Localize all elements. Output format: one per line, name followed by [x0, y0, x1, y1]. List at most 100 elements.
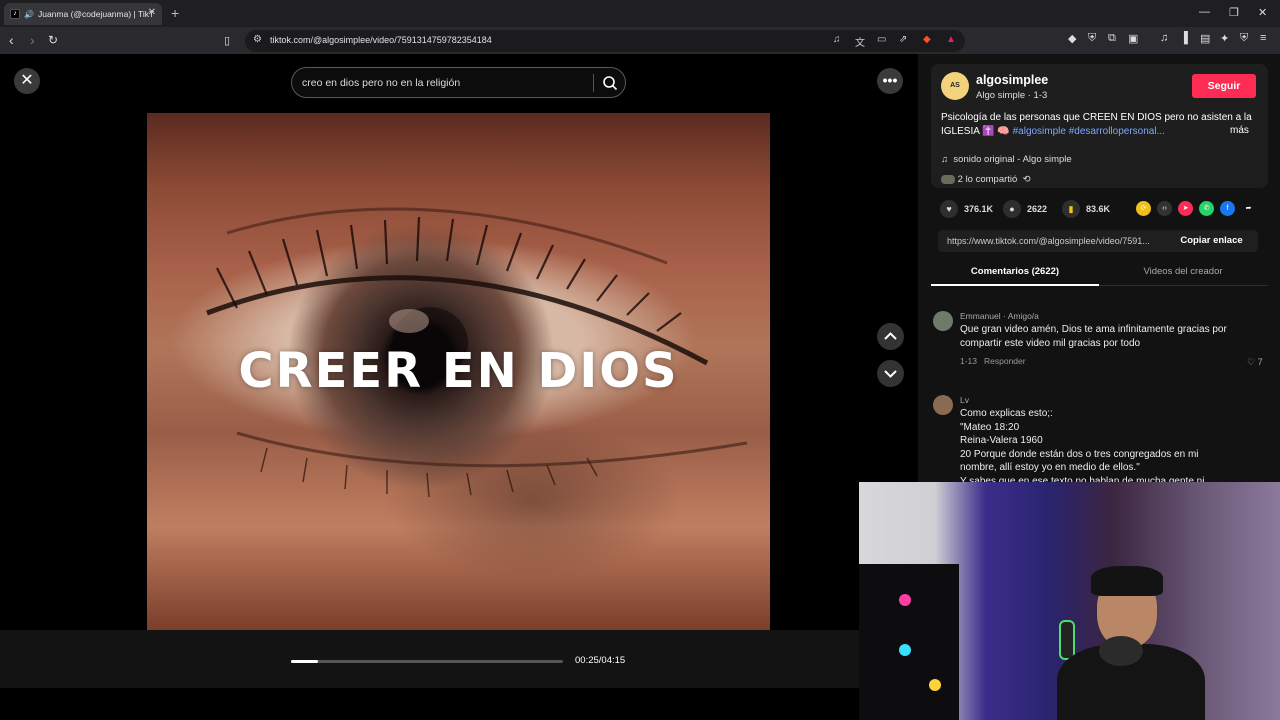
commenter-avatar[interactable] — [933, 395, 953, 415]
copy-link-button[interactable]: Copiar enlace — [1165, 230, 1258, 252]
new-tab-icon[interactable]: + — [171, 5, 179, 21]
progress-fill — [291, 660, 318, 663]
close-icon: ✕ — [20, 72, 34, 89]
translate-icon[interactable]: 文 — [855, 34, 865, 49]
more-options-button[interactable]: ••• — [877, 68, 903, 94]
search-icon[interactable] — [601, 74, 619, 92]
restore-window-icon[interactable]: ❐ — [1229, 6, 1239, 19]
reply-button[interactable]: Responder — [984, 356, 1026, 366]
browser-tab[interactable]: ♪ 🔊 Juanma (@codejuanma) | TikT ✕ — [4, 3, 162, 25]
webcam-person-cap — [1091, 566, 1163, 596]
comment-item: Lv Como explicas esto;: "Mateo 18:20 Rei… — [933, 395, 1268, 485]
music-icon[interactable]: ♫ — [1160, 32, 1168, 44]
video-description: Psicología de las personas que CREEN EN … — [941, 111, 1253, 138]
video-controls: 00:25/04:15 — [0, 630, 918, 688]
comment-date: 1-13 — [960, 356, 978, 366]
repost-icon: ⟲ — [1022, 174, 1031, 185]
chevron-up-icon — [884, 332, 897, 340]
creator-info: Algo simple · 1-3 — [976, 90, 1048, 101]
send-to-friends-icon[interactable]: ➤ — [1178, 201, 1193, 216]
embed-icon[interactable]: ‹› — [1157, 201, 1172, 216]
creator-username[interactable]: algosimplee — [976, 73, 1048, 87]
webcam-person — [1057, 566, 1205, 720]
creator-card: AS algosimplee Algo simple · 1-3 Seguir … — [931, 64, 1268, 188]
reload-icon[interactable]: ↻ — [48, 33, 58, 47]
progress-bar[interactable] — [291, 660, 563, 663]
comment-author[interactable]: Emmanuel · Amigo/a — [960, 311, 1039, 321]
whatsapp-icon[interactable]: ✆ — [1199, 201, 1214, 216]
comment-icon[interactable]: ● — [1003, 200, 1021, 218]
video-player[interactable]: CREER EN DIOS — [147, 113, 770, 630]
search-input[interactable]: creo en dios pero no en la religión — [302, 77, 460, 89]
brave-shield-icon[interactable]: ◆ — [923, 34, 931, 45]
bookmark-icon[interactable]: ▯ — [224, 34, 230, 47]
extension-1-icon[interactable]: ◆ — [1068, 32, 1076, 45]
tab-creator-videos[interactable]: Videos del creador — [1099, 266, 1267, 277]
bookmark-save-icon[interactable]: ▮ — [1062, 200, 1080, 218]
audio-playing-icon[interactable]: 🔊 — [24, 10, 34, 19]
shared-by[interactable]: 2 lo compartió ⟲ — [941, 174, 1031, 185]
previous-video-button[interactable] — [877, 323, 904, 350]
next-video-button[interactable] — [877, 360, 904, 387]
shared-label: 2 lo compartió — [957, 174, 1018, 185]
site-info-icon[interactable]: ⚙ — [253, 34, 262, 45]
url-text: tiktok.com/@algosimplee/video/7591314759… — [270, 35, 492, 45]
repost-share-icon[interactable]: ⟳ — [1136, 201, 1151, 216]
description-more-link[interactable]: más — [1230, 125, 1249, 136]
sidebar-toggle-icon[interactable]: ▐ — [1180, 32, 1188, 44]
close-window-icon[interactable]: ✕ — [1258, 6, 1267, 19]
leo-ai-icon[interactable]: ✦ — [1220, 32, 1229, 45]
follow-button[interactable]: Seguir — [1192, 74, 1256, 98]
brave-rewards-icon[interactable]: ▲ — [946, 34, 956, 45]
close-tab-icon[interactable]: ✕ — [148, 7, 156, 18]
extension-4-icon[interactable]: ▣ — [1128, 32, 1138, 45]
sound-link[interactable]: ♫ sonido original - Algo simple — [941, 154, 1072, 165]
back-icon[interactable]: ‹ — [9, 32, 14, 48]
webcam-headphones — [1099, 636, 1143, 666]
video-bottom-bar — [0, 688, 918, 720]
like-icon[interactable]: ♥ — [940, 200, 958, 218]
video-stage: ✕ creo en dios pero no en la religión ••… — [0, 54, 918, 720]
comment-like[interactable]: ♡ 7 — [1247, 357, 1263, 368]
share-page-icon[interactable]: ⇗ — [899, 34, 907, 45]
cast-icon[interactable]: ▭ — [877, 34, 886, 45]
close-video-button[interactable]: ✕ — [14, 68, 40, 94]
tiktok-favicon-icon: ♪ — [10, 9, 20, 19]
browser-tab-title: Juanma (@codejuanma) | TikT — [37, 9, 155, 19]
address-bar[interactable]: ⚙ tiktok.com/@algosimplee/video/75913147… — [245, 30, 965, 52]
creator-avatar[interactable]: AS — [941, 72, 969, 100]
webcam-microphone — [1059, 620, 1075, 660]
sound-label: sonido original - Algo simple — [953, 154, 1072, 165]
comment-line: 20 Porque donde están dos o tres congreg… — [960, 448, 1199, 474]
more-share-icon[interactable]: ➦ — [1241, 201, 1256, 216]
rgb-fan — [899, 644, 911, 656]
wallet-icon[interactable]: ▤ — [1200, 32, 1210, 45]
browser-tab-strip: ♪ 🔊 Juanma (@codejuanma) | TikT ✕ + — ❐ … — [0, 0, 1280, 27]
webcam-pc-case — [859, 564, 959, 720]
vpn-icon[interactable]: ⛨ — [1240, 32, 1248, 45]
playback-time: 00:25/04:15 — [575, 655, 626, 666]
comment-text: Que gran video amén, Dios te ama infinit… — [960, 324, 1227, 349]
minimize-window-icon[interactable]: — — [1199, 6, 1210, 18]
comment-tabs: Comentarios (2622) Videos del creador — [931, 258, 1268, 286]
comment-line: Reina-Valera 1960 — [960, 435, 1043, 446]
commenter-avatar[interactable] — [933, 311, 953, 331]
description-hashtags[interactable]: #algosimple #desarrollopersonal... — [1013, 126, 1165, 137]
comment-item: Emmanuel · Amigo/a Que gran video amén, … — [933, 311, 1268, 371]
video-link-text[interactable]: https://www.tiktok.com/@algosimplee/vide… — [947, 236, 1165, 246]
facebook-icon[interactable]: f — [1220, 201, 1235, 216]
tab-comments[interactable]: Comentarios (2622) — [931, 266, 1099, 277]
search-bar[interactable]: creo en dios pero no en la religión — [291, 67, 626, 98]
menu-icon[interactable]: ≡ — [1260, 32, 1266, 44]
engagement-row: ♥ 376.1K ● 2622 ▮ 83.6K ⟳ ‹› ➤ ✆ f ➦ — [940, 200, 1260, 218]
comment-line: Como explicas esto;: — [960, 408, 1053, 419]
extension-3-icon[interactable]: ⧉ — [1108, 32, 1116, 45]
comment-line: "Mateo 18:20 — [960, 421, 1020, 433]
media-icon[interactable]: ♫ — [833, 34, 841, 45]
forward-icon[interactable]: › — [30, 32, 35, 48]
extension-2-icon[interactable]: ⛨ — [1088, 32, 1096, 45]
like-count: 376.1K — [964, 204, 994, 214]
comment-like-count: 7 — [1257, 357, 1263, 367]
save-count: 83.6K — [1086, 204, 1111, 214]
comment-author[interactable]: Lv — [960, 395, 969, 405]
